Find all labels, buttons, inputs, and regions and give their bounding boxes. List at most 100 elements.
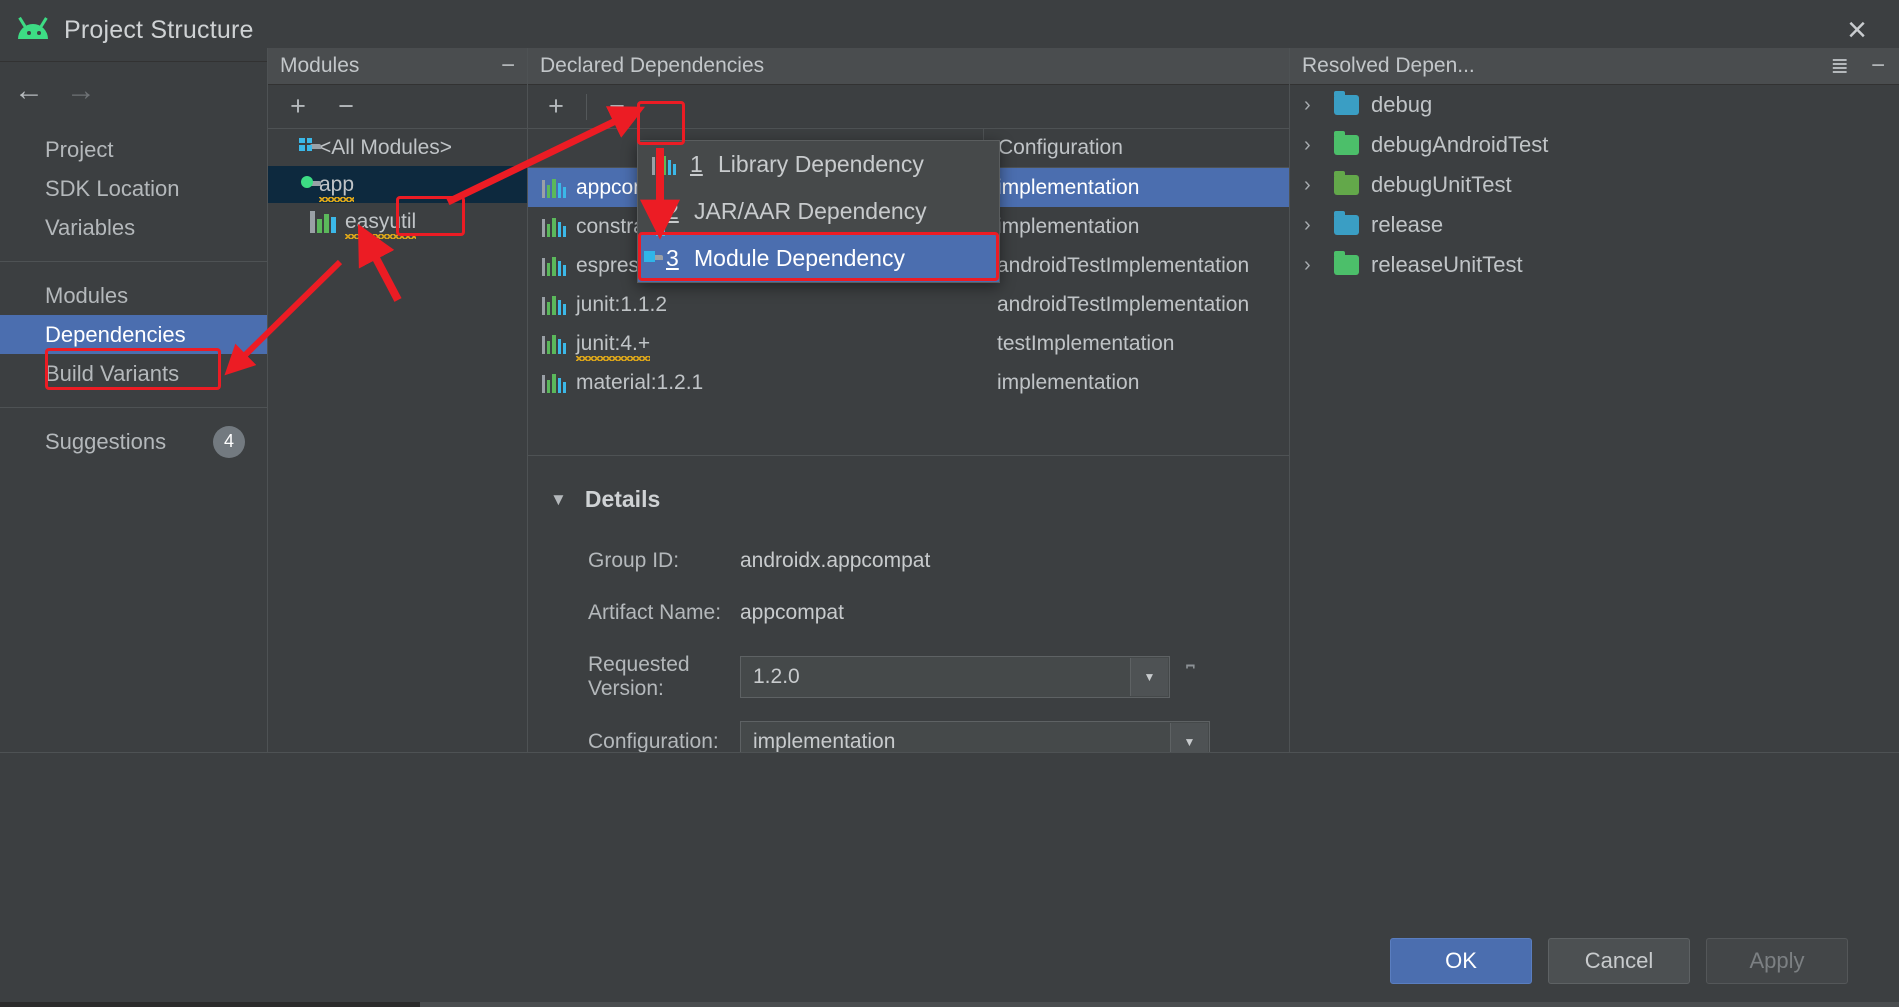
details-header[interactable]: ▼ Details: [550, 486, 1289, 513]
apply-button[interactable]: Apply: [1706, 938, 1848, 984]
sidebar-divider-1: [0, 261, 267, 262]
dependency-configuration: androidTestImplementation: [997, 253, 1250, 277]
menu-item-label: Library Dependency: [718, 151, 924, 177]
requested-version-label: Requested Version:: [588, 653, 690, 700]
details-section: ▼ Details Group ID: androidx.appcompat A…: [528, 456, 1289, 763]
menu-item-module-dependency[interactable]: 3 Module Dependency: [638, 235, 999, 282]
cancel-button[interactable]: Cancel: [1548, 938, 1690, 984]
sidebar-item-modules[interactable]: Modules: [0, 276, 267, 315]
minimize-icon[interactable]: −: [1871, 52, 1885, 80]
chevron-right-icon[interactable]: ›: [1304, 254, 1322, 277]
module-item-easyutil[interactable]: easyutil: [268, 203, 527, 240]
resolved-item-release[interactable]: › release: [1290, 205, 1899, 245]
resolved-item-debug[interactable]: › debug: [1290, 85, 1899, 125]
chevron-down-icon[interactable]: ▼: [1130, 658, 1168, 696]
toolbar-divider: [586, 93, 587, 120]
back-arrow-icon[interactable]: ←: [14, 76, 44, 106]
resolved-panel-title: Resolved Depen...: [1302, 54, 1475, 77]
sidebar-item-project[interactable]: Project: [0, 130, 267, 169]
project-structure-dialog: Project Structure × ← → Project SDK Loca…: [0, 0, 1899, 1007]
library-bars-icon: [542, 373, 567, 393]
resolved-item-label: releaseUnitTest: [1371, 252, 1523, 277]
library-bars-icon: [542, 334, 567, 354]
window-title: Project Structure: [64, 16, 254, 44]
resolved-item-label: debugAndroidTest: [1371, 132, 1549, 157]
declared-remove-button[interactable]: −: [597, 89, 637, 125]
menu-mnemonic: 2: [666, 198, 679, 224]
ok-button[interactable]: OK: [1390, 938, 1532, 984]
menu-item-library-dependency[interactable]: 1 Library Dependency: [638, 141, 999, 188]
resolved-item-debugandroidtest[interactable]: › debugAndroidTest: [1290, 125, 1899, 165]
modules-remove-button[interactable]: −: [326, 89, 366, 125]
declared-toolbar: + −: [528, 85, 1289, 129]
modules-panel: Modules − + − <All Modules> app easyutil: [267, 48, 527, 752]
nav-arrows: ← →: [0, 62, 267, 120]
modules-add-button[interactable]: +: [278, 89, 318, 125]
artifact-name-label: Artifact Name:: [588, 601, 722, 624]
menu-mnemonic: 3: [666, 245, 679, 271]
resolved-item-label: release: [1371, 212, 1444, 237]
sidebar-item-variables[interactable]: Variables: [0, 208, 267, 247]
configuration-value: implementation: [753, 730, 896, 753]
declared-panel-title: Declared Dependencies: [540, 54, 765, 77]
resolved-item-debugunittest[interactable]: › debugUnitTest: [1290, 165, 1899, 205]
module-item-app[interactable]: app: [268, 166, 527, 203]
field-requested-version: Requested Version: 1.2.0 ▼ ⎴: [550, 653, 1289, 701]
android-robot-icon: [16, 14, 50, 48]
menu-mnemonic: 1: [690, 151, 703, 177]
modules-panel-title: Modules: [280, 54, 360, 77]
dependency-configuration: implementation: [997, 370, 1140, 394]
chevron-right-icon[interactable]: ›: [1304, 214, 1322, 237]
taskbar-strip: [0, 1002, 1899, 1007]
library-bars-icon: [542, 256, 567, 276]
chevron-right-icon[interactable]: ›: [1304, 174, 1322, 197]
details-title: Details: [584, 486, 661, 512]
chevron-down-icon[interactable]: ▼: [550, 490, 567, 510]
table-row[interactable]: junit:4.+ testImplementation: [528, 324, 1289, 363]
collapse-all-icon[interactable]: ≣: [1831, 53, 1849, 79]
group-id-value: androidx.appcompat: [740, 549, 931, 572]
resolved-item-releaseunittest[interactable]: › releaseUnitTest: [1290, 245, 1899, 285]
configuration-label: Configuration:: [588, 730, 719, 753]
module-item-all-modules[interactable]: <All Modules>: [268, 129, 527, 166]
library-bars-icon: [542, 295, 567, 315]
resolved-item-label: debugUnitTest: [1371, 172, 1512, 197]
table-row[interactable]: junit:1.1.2 androidTestImplementation: [528, 285, 1289, 324]
table-row[interactable]: material:1.2.1 implementation: [528, 363, 1289, 402]
forward-arrow-icon[interactable]: →: [66, 76, 96, 106]
dependency-configuration: androidTestImplementation: [997, 292, 1250, 316]
requested-version-value: 1.2.0: [753, 665, 800, 688]
resolved-dependencies-panel: Resolved Depen... ≣ − › debug › debugAnd…: [1289, 48, 1899, 752]
resolved-panel-header: Resolved Depen... ≣ −: [1290, 48, 1899, 85]
modules-collapse-icon[interactable]: −: [501, 52, 515, 80]
chevron-right-icon[interactable]: ›: [1304, 134, 1322, 157]
sidebar-item-label: Suggestions: [45, 428, 167, 454]
suggestions-badge: 4: [213, 425, 245, 458]
library-bars-icon: [542, 178, 567, 198]
bracket-icon[interactable]: ⎴: [1186, 664, 1195, 690]
sidebar-item-dependencies[interactable]: Dependencies: [0, 315, 267, 354]
declared-panel-header: Declared Dependencies: [528, 48, 1289, 85]
menu-item-label: JAR/AAR Dependency: [694, 198, 927, 224]
variant-folder-icon: [1334, 211, 1359, 235]
close-icon[interactable]: ×: [1835, 8, 1879, 52]
variant-folder-icon: [1334, 131, 1359, 155]
sidebar-item-build-variants[interactable]: Build Variants: [0, 354, 267, 393]
declared-add-button[interactable]: +: [536, 89, 576, 125]
variant-folder-icon: [1334, 251, 1359, 275]
requested-version-combobox[interactable]: 1.2.0 ▼: [740, 656, 1170, 698]
sidebar-item-suggestions[interactable]: Suggestions 4: [0, 422, 267, 461]
variant-folder-icon: [1334, 171, 1359, 195]
sidebar-item-sdk-location[interactable]: SDK Location: [0, 169, 267, 208]
sidebar: ← → Project SDK Location Variables Modul…: [0, 62, 267, 752]
variant-folder-icon: [1334, 91, 1359, 115]
dependency-name: junit:1.1.2: [576, 292, 668, 316]
artifact-name-value: appcompat: [740, 601, 844, 624]
resolved-item-label: debug: [1371, 92, 1433, 117]
dependency-configuration: implementation: [997, 175, 1140, 199]
modules-panel-header: Modules −: [268, 48, 527, 85]
module-label: easyutil: [345, 209, 417, 239]
chevron-right-icon[interactable]: ›: [1304, 94, 1322, 117]
menu-item-jar-aar-dependency[interactable]: 2 JAR/AAR Dependency: [638, 188, 999, 235]
field-group-id: Group ID: androidx.appcompat: [550, 541, 1289, 581]
